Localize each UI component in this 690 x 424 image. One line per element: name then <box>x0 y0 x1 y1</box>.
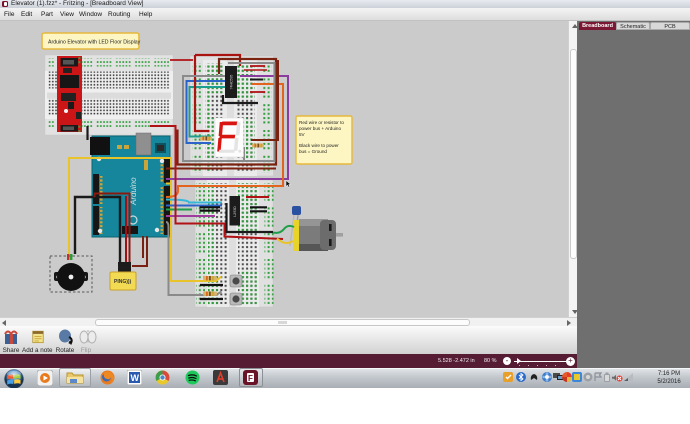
svg-text:L293D: L293D <box>233 206 237 217</box>
svg-text:bus = Ground: bus = Ground <box>299 149 327 154</box>
svg-text:power bus + Arduino: power bus + Arduino <box>299 126 341 131</box>
svg-text:W: W <box>131 373 140 383</box>
svg-text:Black wire to power: Black wire to power <box>299 143 339 148</box>
svg-text:Red wire or resistor to: Red wire or resistor to <box>299 120 344 125</box>
svg-text:F: F <box>248 374 253 383</box>
svg-text:Arduino Elevator with LED Floo: Arduino Elevator with LED Floor Display <box>48 40 141 46</box>
svg-text:PING))): PING))) <box>114 279 132 285</box>
svg-text:5V: 5V <box>299 132 306 137</box>
svg-text:74HC595: 74HC595 <box>230 75 234 90</box>
